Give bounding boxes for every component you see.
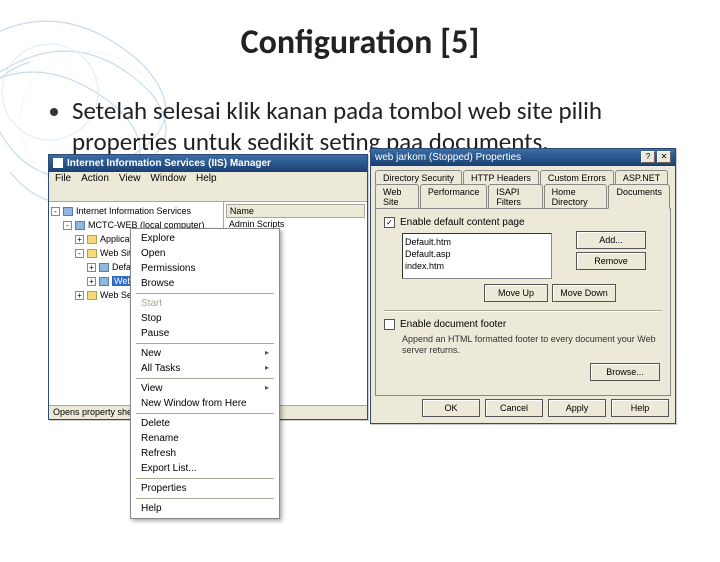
close-icon[interactable]: ✕ xyxy=(657,151,671,163)
ctx-refresh[interactable]: Refresh xyxy=(133,446,277,461)
add-button[interactable]: Add... xyxy=(576,231,646,249)
separator xyxy=(136,378,274,379)
app-icon xyxy=(53,158,63,168)
ctx-properties[interactable]: Properties xyxy=(133,481,277,496)
tab-dir-security[interactable]: Directory Security xyxy=(375,170,462,185)
help-button[interactable]: Help xyxy=(611,399,669,417)
properties-tabs: Directory Security HTTP Headers Custom E… xyxy=(371,166,675,208)
doc-item[interactable]: Default.htm xyxy=(405,236,549,248)
iis-title-text: Internet Information Services (IIS) Mana… xyxy=(67,158,363,169)
ctx-view[interactable]: View xyxy=(133,381,277,396)
documents-panel: ✓ Enable default content page Default.ht… xyxy=(375,208,671,396)
menu-window[interactable]: Window xyxy=(150,173,186,186)
tab-performance[interactable]: Performance xyxy=(420,184,488,209)
ctx-delete[interactable]: Delete xyxy=(133,416,277,431)
iis-toolbar xyxy=(49,187,367,202)
ctx-pause[interactable]: Pause xyxy=(133,326,277,341)
context-menu: Explore Open Permissions Browse Start St… xyxy=(130,228,280,519)
browse-button[interactable]: Browse... xyxy=(590,363,660,381)
ok-button[interactable]: OK xyxy=(422,399,480,417)
enable-default-checkbox[interactable]: ✓ xyxy=(384,217,395,228)
properties-titlebar: web jarkom (Stopped) Properties ? ✕ xyxy=(371,149,675,166)
menu-action[interactable]: Action xyxy=(81,173,109,186)
properties-dialog: web jarkom (Stopped) Properties ? ✕ Dire… xyxy=(370,148,676,424)
help-button-icon[interactable]: ? xyxy=(641,151,655,163)
list-header-name[interactable]: Name xyxy=(226,204,365,218)
separator xyxy=(136,343,274,344)
default-documents-list[interactable]: Default.htm Default.asp index.htm xyxy=(402,233,552,279)
properties-title-text: web jarkom (Stopped) Properties xyxy=(375,152,639,163)
ctx-rename[interactable]: Rename xyxy=(133,431,277,446)
tab-aspnet[interactable]: ASP.NET xyxy=(615,170,668,185)
apply-button[interactable]: Apply xyxy=(548,399,606,417)
menu-help[interactable]: Help xyxy=(196,173,217,186)
tab-documents[interactable]: Documents xyxy=(608,184,670,209)
ctx-explore[interactable]: Explore xyxy=(133,231,277,246)
ctx-browse[interactable]: Browse xyxy=(133,276,277,291)
separator xyxy=(384,310,662,311)
tab-home-directory[interactable]: Home Directory xyxy=(544,184,608,209)
ctx-permissions[interactable]: Permissions xyxy=(133,261,277,276)
separator xyxy=(136,498,274,499)
ctx-all-tasks[interactable]: All Tasks xyxy=(133,361,277,376)
ctx-export-list[interactable]: Export List... xyxy=(133,461,277,476)
separator xyxy=(136,293,274,294)
move-up-button[interactable]: Move Up xyxy=(484,284,548,302)
remove-button[interactable]: Remove xyxy=(576,252,646,270)
tab-custom-errors[interactable]: Custom Errors xyxy=(540,170,614,185)
tab-isapi-filters[interactable]: ISAPI Filters xyxy=(488,184,542,209)
tab-http-headers[interactable]: HTTP Headers xyxy=(463,170,539,185)
slide-title: Configuration [5] xyxy=(0,22,720,63)
menu-view[interactable]: View xyxy=(119,173,141,186)
tree-root[interactable]: Internet Information Services xyxy=(76,206,191,216)
iis-titlebar: Internet Information Services (IIS) Mana… xyxy=(49,155,367,172)
doc-item[interactable]: index.htm xyxy=(405,260,549,272)
separator xyxy=(136,413,274,414)
ctx-new-window[interactable]: New Window from Here xyxy=(133,396,277,411)
enable-footer-checkbox[interactable] xyxy=(384,319,395,330)
ctx-stop[interactable]: Stop xyxy=(133,311,277,326)
ctx-new[interactable]: New xyxy=(133,346,277,361)
ctx-help[interactable]: Help xyxy=(133,501,277,516)
enable-default-label: Enable default content page xyxy=(400,217,525,228)
move-down-button[interactable]: Move Down xyxy=(552,284,616,302)
ctx-open[interactable]: Open xyxy=(133,246,277,261)
enable-footer-label: Enable document footer xyxy=(400,319,506,330)
footer-description: Append an HTML formatted footer to every… xyxy=(402,334,662,356)
cancel-button[interactable]: Cancel xyxy=(485,399,543,417)
iis-menubar: File Action View Window Help xyxy=(49,172,367,187)
doc-item[interactable]: Default.asp xyxy=(405,248,549,260)
bullet-icon xyxy=(50,108,58,116)
tab-web-site[interactable]: Web Site xyxy=(375,184,419,209)
separator xyxy=(136,478,274,479)
menu-file[interactable]: File xyxy=(55,173,71,186)
ctx-start[interactable]: Start xyxy=(133,296,277,311)
